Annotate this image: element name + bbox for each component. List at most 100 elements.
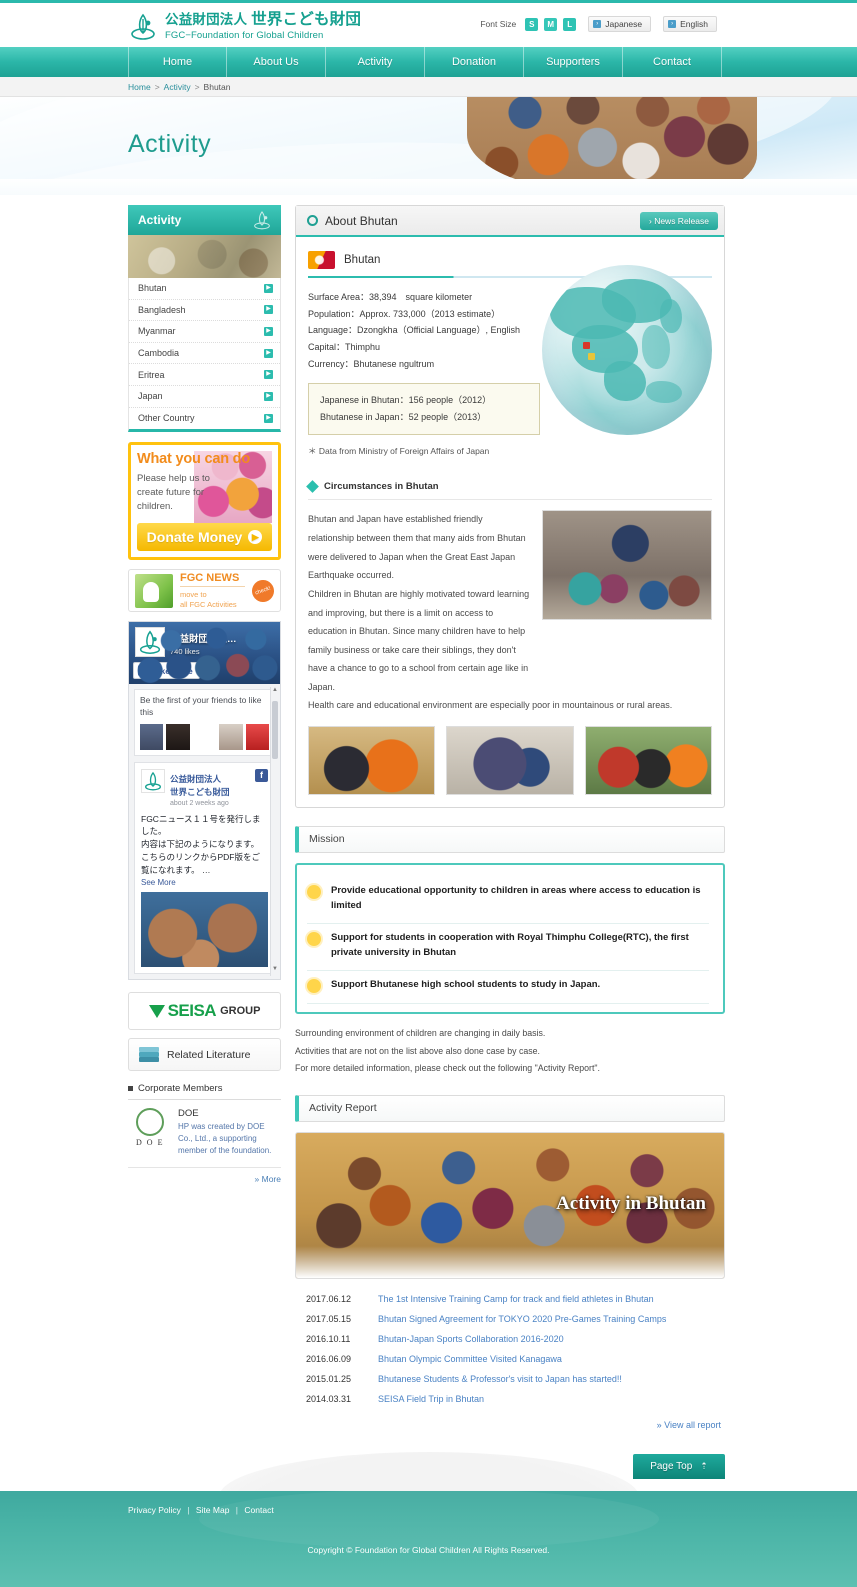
language-english-button[interactable]: › English bbox=[663, 16, 717, 32]
facebook-thumb bbox=[219, 723, 243, 750]
map-pin-secondary bbox=[588, 353, 595, 360]
circumstances-text: Bhutan and Japan have established friend… bbox=[308, 514, 530, 693]
footer-link-privacy-policy[interactable]: Privacy Policy bbox=[128, 1505, 181, 1515]
chevron-right-icon: ▶ bbox=[264, 326, 273, 336]
related-literature-button[interactable]: Related Literature bbox=[128, 1038, 281, 1072]
chevron-right-icon: ▶ bbox=[264, 348, 273, 358]
square-bullet-icon bbox=[128, 1086, 133, 1092]
chevron-right-icon: ▶ bbox=[264, 305, 273, 315]
site-footer: Privacy Policy | Site Map | Contact Copy… bbox=[0, 1488, 857, 1587]
donate-banner[interactable]: What you can do Please help us to create… bbox=[128, 442, 281, 561]
sidebar-activity-header: Activity bbox=[128, 205, 281, 235]
population-exchange-box: Japanese in Bhutan：156 people（2012） Bhut… bbox=[308, 383, 540, 436]
footer-link-contact[interactable]: Contact bbox=[244, 1505, 273, 1515]
scroll-up-icon[interactable]: ▲ bbox=[271, 687, 279, 697]
facebook-friends-text: Be the first of your friends to like thi… bbox=[140, 695, 262, 718]
prefooter-arc-decoration bbox=[218, 1451, 639, 1491]
chevron-right-icon: › bbox=[668, 20, 677, 28]
nav-item-about-us[interactable]: About Us bbox=[227, 47, 326, 77]
nav-item-contact[interactable]: Contact bbox=[623, 47, 722, 77]
footer-link-site-map[interactable]: Site Map bbox=[196, 1505, 230, 1515]
fact-population: Population：Approx. 733,000（2013 estimate… bbox=[308, 308, 501, 319]
scroll-down-icon[interactable]: ▼ bbox=[271, 966, 279, 976]
circle-icon bbox=[307, 215, 318, 226]
report-link[interactable]: SEISA Field Trip in Bhutan bbox=[378, 1394, 484, 1404]
sidebar-item-japan[interactable]: Japan ▶ bbox=[129, 385, 280, 408]
fgc-news-banner[interactable]: FGC NEWS move to all FGC Activities chec… bbox=[128, 569, 281, 613]
corporate-members-title: Corporate Members bbox=[138, 1083, 223, 1095]
report-row[interactable]: 2017.06.12 The 1st Intensive Training Ca… bbox=[295, 1289, 725, 1309]
donate-money-button[interactable]: Donate Money ▶ bbox=[137, 523, 272, 552]
report-row[interactable]: 2016.06.09 Bhutan Olympic Committee Visi… bbox=[295, 1349, 725, 1369]
mission-text: Support for students in cooperation with… bbox=[331, 932, 689, 959]
nav-item-supporters[interactable]: Supporters bbox=[524, 47, 623, 77]
report-row[interactable]: 2017.05.15 Bhutan Signed Agreement for T… bbox=[295, 1309, 725, 1329]
report-row[interactable]: 2016.10.11 Bhutan-Japan Sports Collabora… bbox=[295, 1329, 725, 1349]
activity-report-banner[interactable]: Activity in Bhutan bbox=[295, 1131, 725, 1279]
page-top-button[interactable]: Page Top ⇡ bbox=[633, 1453, 725, 1479]
font-size-label: Font Size bbox=[480, 19, 517, 29]
report-row[interactable]: 2015.01.25 Bhutanese Students & Professo… bbox=[295, 1369, 725, 1389]
report-date: 2016.06.09 bbox=[306, 1353, 352, 1364]
facebook-icon: f bbox=[138, 665, 149, 677]
sidebar-item-myanmar[interactable]: Myanmar ▶ bbox=[129, 321, 280, 343]
corporate-member-item[interactable]: D O E DOE HP was created by DOE Co., Ltd… bbox=[128, 1100, 281, 1157]
arrow-right-icon: ▶ bbox=[248, 530, 263, 545]
breadcrumb-home[interactable]: Home bbox=[128, 82, 151, 92]
sidebar-item-cambodia[interactable]: Cambodia ▶ bbox=[129, 342, 280, 365]
view-all-report-link[interactable]: » View all report bbox=[295, 1420, 725, 1430]
footer-wave-decoration bbox=[198, 1488, 659, 1549]
language-japanese-button[interactable]: › Japanese bbox=[588, 16, 652, 32]
news-release-button[interactable]: › News Release bbox=[640, 211, 718, 230]
facebook-page-badge[interactable]: 公益財団法人… 740 likes bbox=[135, 627, 237, 658]
breadcrumb-separator: > bbox=[154, 81, 160, 92]
nav-item-donation[interactable]: Donation bbox=[425, 47, 524, 77]
footer-separator: | bbox=[187, 1504, 190, 1515]
font-size-large-button[interactable]: L bbox=[563, 17, 577, 31]
books-icon bbox=[139, 1046, 159, 1063]
scrollbar-thumb[interactable] bbox=[272, 701, 278, 760]
sidebar: Activity Bhutan ▶ Bangladesh ▶ Myanmar ▶… bbox=[128, 205, 281, 1430]
logo-text: 公益財団法人 世界こども財団 FGC−Foundation for Global… bbox=[165, 11, 361, 42]
facebook-feed-scrollbar[interactable]: ▲ ▼ bbox=[270, 687, 279, 977]
mission-list: Provide educational opportunity to child… bbox=[295, 862, 725, 1015]
gallery-photo-2 bbox=[446, 725, 574, 795]
nav-item-home[interactable]: Home bbox=[128, 47, 227, 77]
breadcrumb-activity[interactable]: Activity bbox=[164, 82, 191, 92]
facebook-see-more-link[interactable]: See More bbox=[141, 878, 268, 887]
header-utilities: Font Size S M L › Japanese › English bbox=[480, 16, 717, 32]
font-size-small-button[interactable]: S bbox=[525, 17, 539, 31]
fact-japanese-in-bhutan: Japanese in Bhutan：156 people（2012） bbox=[320, 395, 492, 406]
fact-currency: Currency：Bhutanese ngultrum bbox=[308, 358, 435, 369]
report-link[interactable]: Bhutan-Japan Sports Collaboration 2016-2… bbox=[378, 1334, 564, 1344]
sidebar-item-other-country[interactable]: Other Country ▶ bbox=[129, 407, 280, 430]
report-link[interactable]: Bhutan Olympic Committee Visited Kanagaw… bbox=[378, 1354, 562, 1364]
report-link[interactable]: Bhutan Signed Agreement for TOKYO 2020 P… bbox=[378, 1314, 666, 1324]
nav-item-activity[interactable]: Activity bbox=[326, 47, 425, 77]
sidebar-item-bangladesh[interactable]: Bangladesh ▶ bbox=[129, 299, 280, 322]
mission-footnote-2: Activities that are not on the list abov… bbox=[295, 1045, 540, 1056]
report-row[interactable]: 2014.03.31 SEISA Field Trip in Bhutan bbox=[295, 1389, 725, 1409]
report-date: 2015.01.25 bbox=[306, 1373, 352, 1384]
report-link[interactable]: The 1st Intensive Training Camp for trac… bbox=[378, 1294, 654, 1304]
sun-icon bbox=[307, 979, 321, 994]
footer-separator: | bbox=[235, 1504, 239, 1515]
sidebar-item-bhutan[interactable]: Bhutan ▶ bbox=[129, 278, 280, 300]
facebook-cover-photo: 公益財団法人… 740 likes f Like Page bbox=[129, 622, 280, 685]
corporate-members-more-link[interactable]: » More bbox=[128, 1167, 281, 1184]
facebook-like-button[interactable]: f Like Page bbox=[133, 662, 200, 680]
page-hero: Activity bbox=[0, 97, 857, 195]
report-link[interactable]: Bhutanese Students & Professor's visit t… bbox=[378, 1374, 622, 1384]
circumstances-photo bbox=[542, 510, 712, 621]
font-size-medium-button[interactable]: M bbox=[544, 17, 558, 31]
seisa-group-banner[interactable]: SEISA GROUP bbox=[128, 992, 281, 1031]
activity-report-section-title: Activity Report bbox=[295, 1094, 725, 1122]
mission-footnote-3: For more detailed information, please ch… bbox=[295, 1062, 600, 1073]
chevron-right-icon: ▶ bbox=[264, 391, 273, 401]
site-logo[interactable]: 公益財団法人 世界こども財団 FGC−Foundation for Global… bbox=[128, 11, 361, 42]
sidebar-item-eritrea[interactable]: Eritrea ▶ bbox=[129, 364, 280, 386]
seisa-group-label: GROUP bbox=[220, 1005, 261, 1018]
facebook-thumb bbox=[245, 723, 270, 750]
fact-language: Language：Dzongkha（Official Language）, En… bbox=[308, 325, 520, 336]
about-bhutan-header: About Bhutan › News Release bbox=[296, 206, 724, 237]
